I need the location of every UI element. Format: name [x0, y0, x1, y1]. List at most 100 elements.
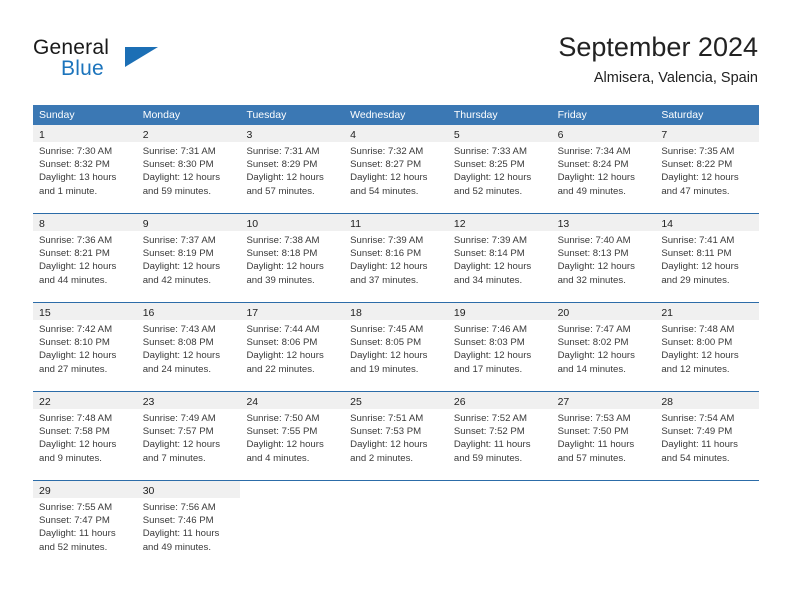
calendar-day-cell[interactable]: 23 Sunrise: 7:49 AM Sunset: 7:57 PM Dayligh… — [136, 392, 241, 480]
day-details: Sunrise: 7:50 AM Sunset: 7:55 PM Daylight:… — [240, 409, 344, 465]
calendar-day-cell[interactable]: 16 Sunrise: 7:43 AM Sunset: 8:08 PM Dayligh… — [136, 303, 241, 391]
calendar-day-cell[interactable]: 28 Sunrise: 7:54 AM Sunset: 7:49 PM Dayligh… — [655, 392, 760, 480]
calendar-day-cell[interactable]: 5 Sunrise: 7:33 AM Sunset: 8:25 PM Daylight… — [447, 125, 552, 213]
calendar-day-cell[interactable]: 19 Sunrise: 7:46 AM Sunset: 8:03 PM Dayligh… — [447, 303, 552, 391]
calendar-day-cell[interactable]: 10 Sunrise: 7:38 AM Sunset: 8:18 PM Dayligh… — [240, 214, 345, 302]
day-number-bar: 22 — [33, 392, 137, 409]
day-number-bar — [240, 481, 345, 498]
calendar-day-cell[interactable]: 21 Sunrise: 7:48 AM Sunset: 8:00 PM Dayligh… — [655, 303, 760, 391]
daylight-text-line1: Daylight: 12 hours — [661, 172, 739, 184]
calendar-page: General Blue September 2024 Almisera, Va… — [0, 0, 792, 612]
calendar-day-cell[interactable]: 18 Sunrise: 7:45 AM Sunset: 8:05 PM Dayligh… — [344, 303, 448, 391]
calendar-day-cell[interactable]: 25 Sunrise: 7:51 AM Sunset: 7:53 PM Dayligh… — [344, 392, 448, 480]
day-number-bar: 10 — [240, 214, 345, 231]
day-number-bar: 28 — [655, 392, 760, 409]
sunset-text: Sunset: 8:29 PM — [246, 159, 318, 171]
daylight-text-line1: Daylight: 12 hours — [453, 261, 532, 273]
daylight-text-line2: and 54 minutes. — [350, 185, 419, 197]
daylight-text-line1: Daylight: 11 hours — [661, 439, 738, 451]
day-number: 27 — [557, 396, 570, 408]
calendar-day-cell[interactable]: 24 Sunrise: 7:50 AM Sunset: 7:55 PM Dayligh… — [240, 392, 345, 480]
calendar-day-cell[interactable]: 11 Sunrise: 7:39 AM Sunset: 8:16 PM Dayligh… — [344, 214, 448, 302]
daylight-text-line2: and 59 minutes. — [453, 452, 523, 464]
calendar-day-cell[interactable]: 26 Sunrise: 7:52 AM Sunset: 7:52 PM Dayligh… — [447, 392, 552, 480]
calendar-day-cell[interactable]: 27 Sunrise: 7:53 AM Sunset: 7:50 PM Dayligh… — [551, 392, 656, 480]
calendar-week-row: 1 Sunrise: 7:30 AM Sunset: 8:32 PM Daylight… — [33, 125, 760, 213]
day-details: Sunrise: 7:42 AM Sunset: 8:10 PM Daylight:… — [33, 320, 137, 376]
calendar-day-cell[interactable]: 29 Sunrise: 7:55 AM Sunset: 7:47 PM Dayligh… — [33, 481, 137, 569]
day-number: 2 — [142, 129, 149, 141]
daylight-text-line2: and 39 minutes. — [246, 274, 315, 286]
sunrise-text: Sunrise: 7:55 AM — [39, 502, 113, 513]
day-number: 10 — [246, 218, 259, 230]
daylight-text-line2: and 22 minutes. — [246, 363, 315, 375]
day-number: 16 — [142, 307, 155, 319]
day-details: Sunrise: 7:53 AM Sunset: 7:50 PM Daylight:… — [552, 409, 656, 465]
day-number-bar: 15 — [33, 303, 137, 320]
sunrise-text: Sunrise: 7:39 AM — [453, 235, 527, 246]
weekday-header-friday: Friday — [557, 109, 587, 121]
sunset-text: Sunset: 8:27 PM — [350, 159, 422, 171]
calendar-day-cell[interactable]: 14 Sunrise: 7:41 AM Sunset: 8:11 PM Dayligh… — [655, 214, 760, 302]
daylight-text-line1: Daylight: 12 hours — [350, 172, 428, 184]
day-number-bar: 27 — [551, 392, 656, 409]
day-details — [344, 498, 448, 501]
daylight-text-line1: Daylight: 12 hours — [661, 261, 739, 273]
sunrise-text: Sunrise: 7:36 AM — [39, 235, 113, 246]
day-number-bar: 4 — [344, 125, 448, 142]
sunset-text: Sunset: 7:53 PM — [350, 426, 422, 438]
day-number-bar: 19 — [447, 303, 552, 320]
daylight-text-line2: and 57 minutes. — [557, 452, 626, 464]
calendar-day-cell[interactable]: 7 Sunrise: 7:35 AM Sunset: 8:22 PM Daylight… — [655, 125, 760, 213]
calendar-day-cell[interactable]: 2 Sunrise: 7:31 AM Sunset: 8:30 PM Daylight… — [136, 125, 241, 213]
calendar-day-cell[interactable]: 20 Sunrise: 7:47 AM Sunset: 8:02 PM Dayligh… — [551, 303, 656, 391]
calendar-day-cell[interactable]: 22 Sunrise: 7:48 AM Sunset: 7:58 PM Dayligh… — [33, 392, 137, 480]
calendar-day-cell[interactable]: 15 Sunrise: 7:42 AM Sunset: 8:10 PM Dayligh… — [33, 303, 137, 391]
sunrise-text: Sunrise: 7:48 AM — [39, 413, 113, 424]
day-details: Sunrise: 7:41 AM Sunset: 8:11 PM Daylight:… — [655, 231, 759, 287]
calendar-day-cell[interactable]: 13 Sunrise: 7:40 AM Sunset: 8:13 PM Dayligh… — [551, 214, 656, 302]
daylight-text-line2: and 59 minutes. — [142, 185, 211, 197]
sunrise-text: Sunrise: 7:42 AM — [39, 324, 113, 335]
sunset-text: Sunset: 8:30 PM — [142, 159, 214, 171]
daylight-text-line2: and 7 minutes. — [142, 452, 206, 464]
day-number-bar: 30 — [136, 481, 241, 498]
daylight-text-line2: and 4 minutes. — [246, 452, 310, 464]
sunset-text: Sunset: 8:22 PM — [661, 159, 733, 171]
page-title: September 2024 — [558, 32, 758, 62]
calendar-day-cell[interactable]: 4 Sunrise: 7:32 AM Sunset: 8:27 PM Daylight… — [344, 125, 448, 213]
sunset-text: Sunset: 8:32 PM — [39, 159, 110, 171]
general-blue-logo[interactable]: General Blue — [33, 36, 233, 84]
weekday-header-monday: Monday — [142, 109, 181, 121]
daylight-text-line1: Daylight: 12 hours — [453, 350, 532, 362]
day-number-bar: 11 — [344, 214, 448, 231]
title-block: September 2024 Almisera, Valencia, Spain — [558, 30, 758, 88]
calendar-day-cell[interactable]: 17 Sunrise: 7:44 AM Sunset: 8:06 PM Dayligh… — [240, 303, 345, 391]
day-number-bar: 14 — [655, 214, 760, 231]
daylight-text-line1: Daylight: 11 hours — [453, 439, 531, 451]
logo-text-blue: Blue — [61, 57, 104, 80]
day-details: Sunrise: 7:34 AM Sunset: 8:24 PM Daylight:… — [552, 142, 656, 198]
day-number: 17 — [246, 307, 259, 319]
calendar-day-cell[interactable]: 6 Sunrise: 7:34 AM Sunset: 8:24 PM Daylight… — [551, 125, 656, 213]
sunrise-text: Sunrise: 7:30 AM — [39, 146, 113, 157]
daylight-text-line2: and 34 minutes. — [453, 274, 523, 286]
calendar-day-cell[interactable]: 12 Sunrise: 7:39 AM Sunset: 8:14 PM Dayligh… — [447, 214, 552, 302]
daylight-text-line1: Daylight: 12 hours — [39, 261, 117, 273]
daylight-text-line1: Daylight: 12 hours — [557, 261, 635, 273]
day-number: 13 — [557, 218, 570, 230]
day-number: 24 — [246, 396, 259, 408]
calendar-day-cell[interactable]: 8 Sunrise: 7:36 AM Sunset: 8:21 PM Daylight… — [33, 214, 137, 302]
day-details: Sunrise: 7:43 AM Sunset: 8:08 PM Daylight:… — [137, 320, 241, 376]
calendar-day-cell[interactable]: 1 Sunrise: 7:30 AM Sunset: 8:32 PM Daylight… — [33, 125, 137, 213]
day-details: Sunrise: 7:31 AM Sunset: 8:30 PM Daylight:… — [137, 142, 241, 198]
sunrise-text: Sunrise: 7:37 AM — [142, 235, 216, 246]
calendar-day-cell[interactable]: 9 Sunrise: 7:37 AM Sunset: 8:19 PM Daylight… — [136, 214, 241, 302]
weekday-header-row: Sunday Monday Tuesday Wednesday Thursday… — [33, 105, 759, 125]
day-details — [240, 498, 344, 501]
calendar-day-cell[interactable]: 30 Sunrise: 7:56 AM Sunset: 7:46 PM Dayligh… — [136, 481, 241, 569]
day-number: 9 — [142, 218, 149, 230]
day-details: Sunrise: 7:36 AM Sunset: 8:21 PM Daylight:… — [33, 231, 137, 287]
day-number-bar: 5 — [447, 125, 552, 142]
calendar-day-cell[interactable]: 3 Sunrise: 7:31 AM Sunset: 8:29 PM Daylight… — [240, 125, 345, 213]
